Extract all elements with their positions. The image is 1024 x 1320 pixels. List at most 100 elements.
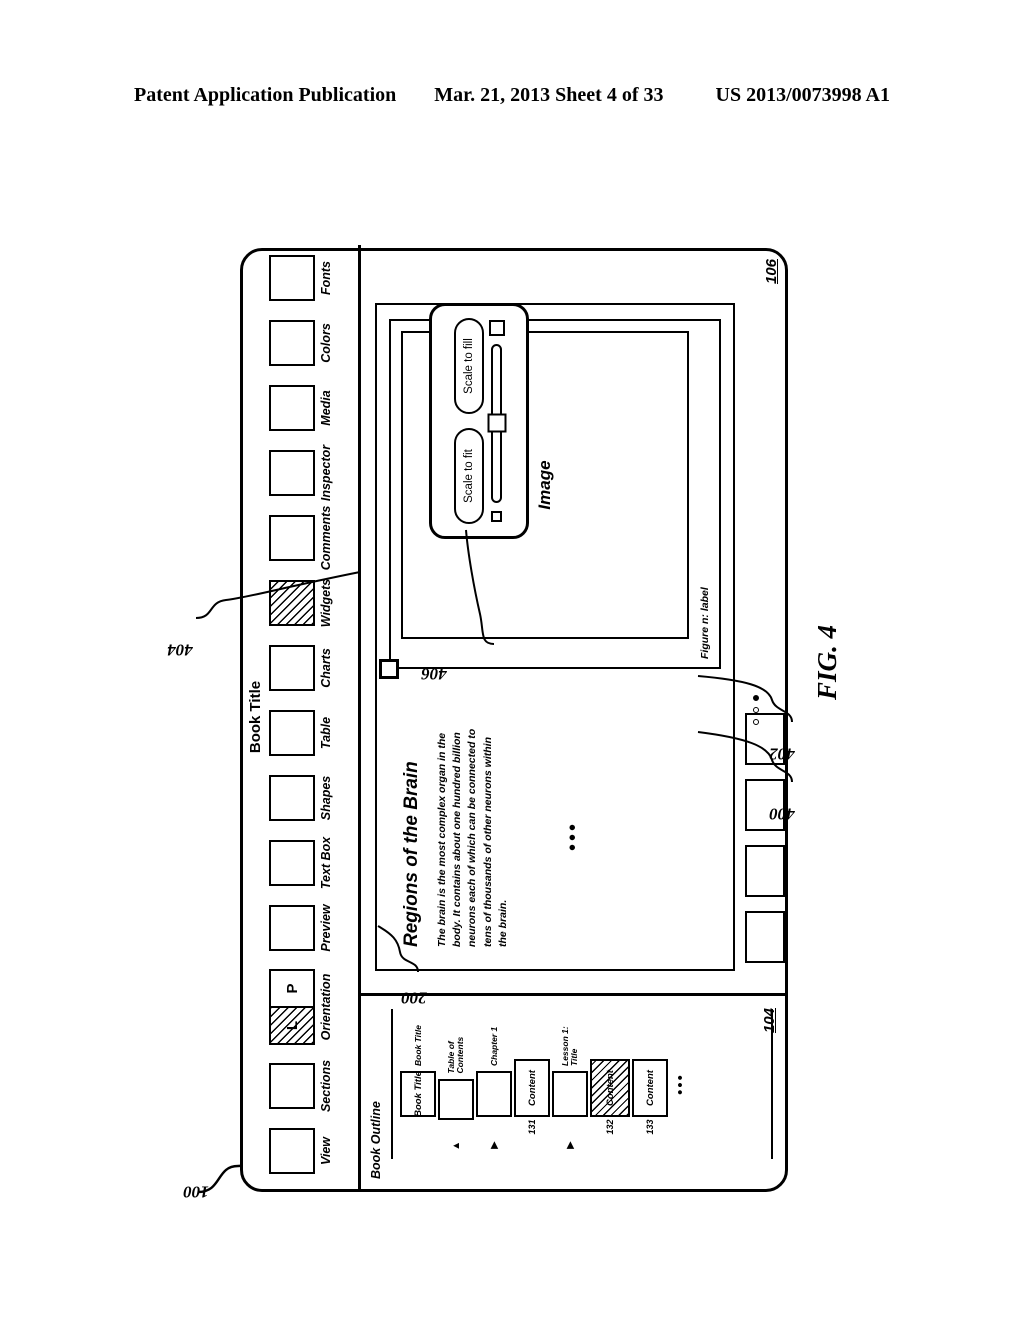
toolbar-button-view[interactable] [269,1128,315,1174]
disclosure-expanded-icon[interactable]: ▶ [565,1137,576,1153]
figure-stage: 100 Book Title View Sections L P Orientation… [167,230,832,1210]
outline-thumbnail[interactable] [552,1071,588,1117]
toolbar-item-view[interactable]: View [269,1125,333,1177]
popover-button-row: Scale to fit Scale to fill [453,318,484,524]
toolbar-label-text-box: Text Box [319,836,333,890]
scale-to-fit-button[interactable]: Scale to fit [453,428,484,524]
toolbar-button-fonts[interactable] [269,255,315,301]
toolbar-item-text-box[interactable]: Text Box [269,837,333,889]
ref-104: 104 [761,1008,778,1034]
outline-row[interactable]: ▲ Table of Contents [438,1009,474,1159]
toolbar-item-orientation[interactable]: L P Orientation [269,967,333,1047]
outline-row[interactable]: 131 Content [514,1009,550,1159]
window-title: Book Title [247,680,264,754]
toolbar-item-sections[interactable]: Sections [269,1060,333,1112]
toolbar-item-preview[interactable]: Preview [269,902,333,954]
outline-thumbnail[interactable]: Content [514,1059,550,1117]
ref-106: 106 [763,259,780,285]
ref-402: 402 [769,744,795,764]
toolbar-label-charts: Charts [319,648,333,688]
outline-thumbnail-caption: Lesson 1: Title [560,1026,579,1066]
toolbar-label-sections: Sections [319,1059,333,1113]
slider-thumb[interactable] [487,414,506,433]
ref-100: 100 [183,1182,209,1202]
publication-header: Patent Application Publication Mar. 21, … [0,84,1024,107]
slider-min-square-icon[interactable] [491,511,502,522]
toolbar-item-colors[interactable]: Colors [269,317,333,369]
toolbar-button-table[interactable] [269,710,315,756]
toolbar-label-table: Table [319,716,333,750]
leader-402 [697,675,793,723]
outline-ellipsis: ••• [672,1073,689,1095]
outline-thumbnail[interactable] [476,1071,512,1117]
ref-400: 400 [769,804,795,824]
toolbar-item-media[interactable]: Media [269,382,333,434]
toolbar-item-shapes[interactable]: Shapes [269,772,333,824]
ref-404: 404 [167,640,193,660]
toolbar-button-preview[interactable] [269,905,315,951]
toolbar-label-colors: Colors [319,323,333,363]
toolbar-button-charts[interactable] [269,645,315,691]
outline-row[interactable]: 132 Content [590,1009,630,1159]
toolbar-label-orientation: Orientation [319,973,333,1041]
outline-thumbnail-caption: Chapter 1 [488,1026,499,1066]
outline-thumbnail-caption: Book Title [412,1025,423,1066]
zoom-slider[interactable] [487,318,506,524]
toolbar-button-text-box[interactable] [269,840,315,886]
book-outline-title: Book Outline [369,1101,383,1179]
leader-200 [377,925,419,973]
outline-row-ref: 131 [527,1119,537,1135]
ref-200: 200 [401,988,427,1008]
toolbar-label-inspector: Inspector [319,444,333,502]
toolbar-item-inspector[interactable]: Inspector [269,444,333,502]
scale-to-fill-button[interactable]: Scale to fill [453,318,484,414]
toolbar-label-fonts: Fonts [319,260,333,296]
page-thumbnail[interactable] [745,911,785,963]
toolbar-item-table[interactable]: Table [269,707,333,759]
toolbar-item-fonts[interactable]: Fonts [269,252,333,304]
outline-row-ref: 132 [605,1119,615,1135]
leader-406 [465,529,495,645]
toolbar-button-orientation[interactable]: LP [269,969,315,1045]
canvas-area: Regions of the Brain The brain is the mo… [361,245,788,993]
selection-handle-icon[interactable] [379,659,399,679]
toolbar-label-shapes: Shapes [319,775,333,821]
document-body[interactable]: The brain is the most complex organ in t… [435,719,511,947]
orientation-landscape-option[interactable]: L [271,1006,313,1043]
header-right: US 2013/0073998 A1 [715,84,890,106]
outline-row[interactable]: 133 Content [632,1009,668,1159]
slider-max-square-icon[interactable] [488,320,505,336]
book-outline-strip[interactable]: Book Title Book Title ▲ Table of Contents ▶ C… [391,1009,773,1159]
toolbar-button-shapes[interactable] [269,775,315,821]
toolbar-label-media: Media [319,390,333,426]
header-middle: Mar. 21, 2013 Sheet 4 of 33 [434,84,664,106]
image-scale-popover[interactable]: Scale to fit Scale to fill [429,303,529,539]
toolbar-label-view: View [319,1136,333,1166]
outline-row[interactable]: ▶ Lesson 1: Title [552,1009,588,1159]
toolbar-item-charts[interactable]: Charts [269,642,333,694]
disclosure-expanded-icon[interactable]: ▶ [489,1137,500,1153]
toolbar-label-preview: Preview [319,904,333,952]
image-placeholder-label: Image [535,460,554,510]
orientation-portrait-option[interactable]: P [271,971,313,1006]
outline-thumbnail-caption: Table of Contents [446,1036,465,1074]
toolbar-button-sections[interactable] [269,1063,315,1109]
document-ellipsis: ••• [562,820,584,851]
outline-thumbnail[interactable]: Book Title [400,1071,436,1117]
outline-row[interactable]: ▶ Chapter 1 [476,1009,512,1159]
slider-track[interactable] [487,344,506,503]
toolbar-items: View Sections L P Orientation Preview Text Box… [269,252,333,1177]
book-outline-panel: Book Outline Book Title Book Title ▲ Table … [361,993,788,1189]
outline-thumbnail[interactable]: Content [632,1059,668,1117]
ref-406: 406 [421,664,447,684]
outline-row[interactable]: Book Title Book Title [400,1009,436,1159]
toolbar-button-media[interactable] [269,385,315,431]
page-thumbnail[interactable] [745,845,785,897]
disclosure-collapsed-icon[interactable]: ▲ [451,1139,462,1153]
toolbar-button-inspector[interactable] [269,450,315,496]
toolbar-button-colors[interactable] [269,320,315,366]
outline-row-ref: 133 [645,1119,655,1135]
page-sheet[interactable]: Regions of the Brain The brain is the mo… [375,303,735,971]
outline-thumbnail[interactable]: Content [590,1059,630,1117]
outline-thumbnail[interactable] [438,1078,474,1121]
